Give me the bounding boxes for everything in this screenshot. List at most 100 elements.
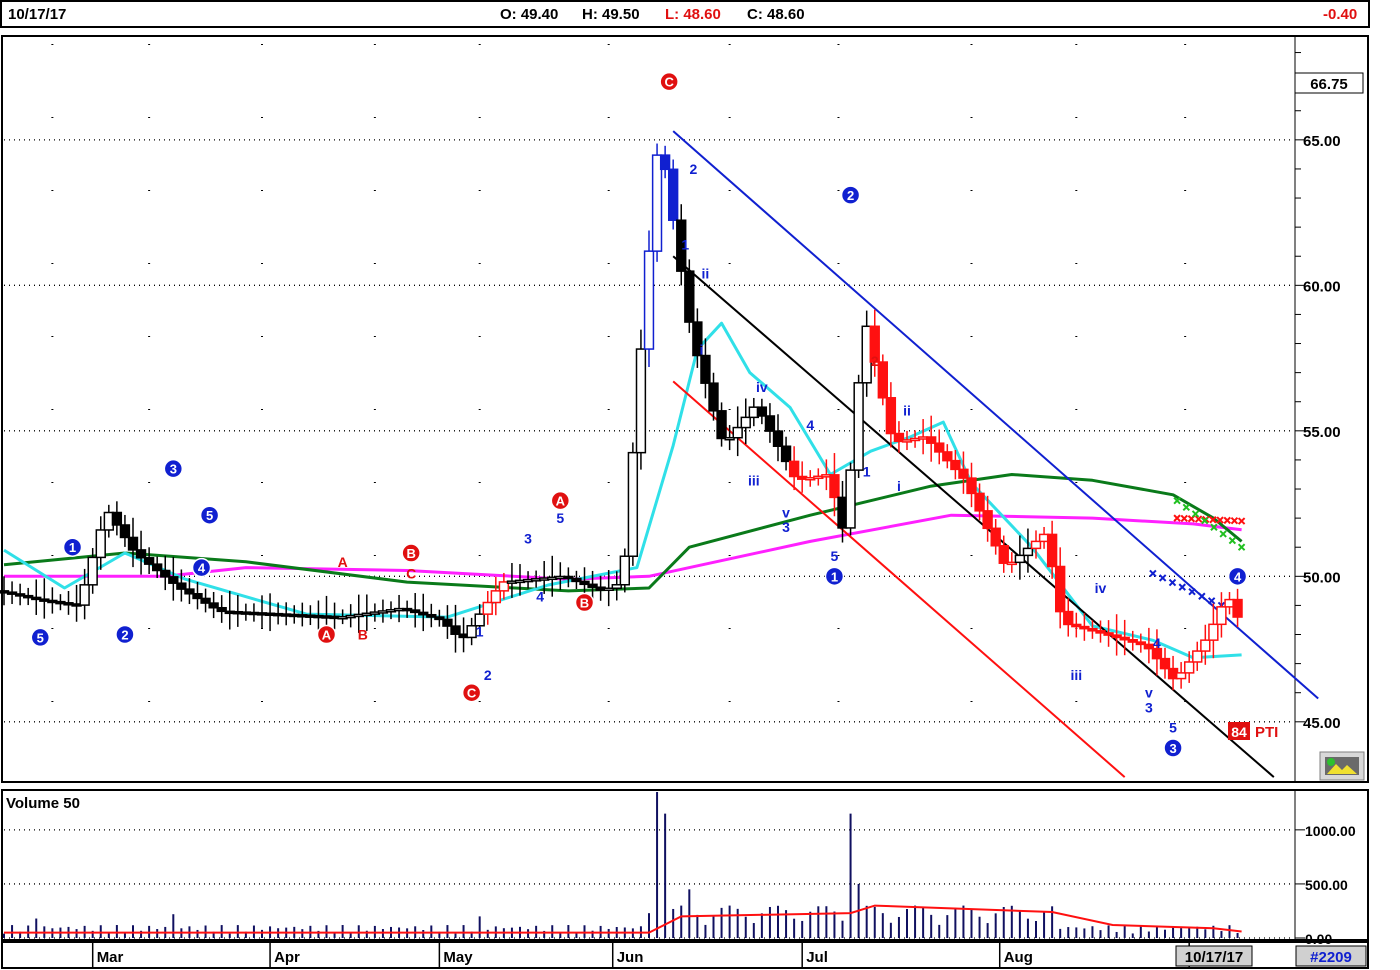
- candle-up: [1192, 650, 1203, 663]
- wave-count-label: 2: [871, 353, 879, 369]
- month-label: Aug: [1004, 949, 1033, 966]
- price-tick-label: 45.00: [1303, 715, 1341, 732]
- wave-count-label: 4: [1234, 569, 1242, 584]
- volume-tick-label: 0.00: [1305, 931, 1332, 947]
- wave-count-label: 1: [863, 464, 871, 480]
- wave-count-label: 2: [847, 188, 854, 203]
- candle-up: [490, 590, 501, 604]
- wave-count-label: i: [699, 341, 703, 357]
- month-label: May: [443, 949, 473, 966]
- month-label: Jun: [617, 949, 644, 966]
- wave-count-label: 1: [831, 569, 838, 584]
- wave-count-label: 4: [198, 561, 206, 576]
- candle-down: [442, 618, 453, 627]
- candle-up: [1200, 639, 1211, 652]
- candle-down: [168, 576, 179, 584]
- candle-down: [668, 168, 679, 221]
- candle-up: [87, 556, 98, 586]
- candle-down: [772, 430, 784, 447]
- wave-count-label: 3: [170, 462, 177, 477]
- pti-value: 84: [1231, 724, 1247, 740]
- wave-count-label: ii: [903, 402, 911, 418]
- candle-down: [659, 154, 671, 171]
- candle-down: [1063, 610, 1074, 626]
- candle-down: [950, 459, 961, 471]
- candle-up: [1184, 661, 1195, 674]
- zoom-icon[interactable]: [1319, 751, 1365, 781]
- wave-count-label: iii: [748, 472, 760, 488]
- stop-marker-green: [1219, 530, 1227, 538]
- wave-count-label: 3: [1145, 699, 1153, 715]
- candle-down: [990, 527, 1001, 547]
- candle-down: [998, 545, 1009, 564]
- candle-down: [1046, 533, 1058, 568]
- wave-count-label: C: [467, 686, 477, 701]
- price-grid: [4, 44, 1294, 774]
- candle-down: [700, 354, 711, 384]
- stop-marker-blue: [1207, 597, 1216, 605]
- wave-count-label: C: [406, 565, 416, 581]
- wave-count-label: A: [556, 494, 566, 509]
- wave-count-label: 5: [37, 630, 44, 645]
- candle-up: [1175, 672, 1187, 680]
- stop-marker-green: [1182, 503, 1191, 512]
- candle-up: [482, 601, 493, 615]
- candle-up: [95, 529, 106, 559]
- month-label: Mar: [97, 949, 124, 966]
- candle-down: [756, 406, 768, 417]
- volume-tick-label: 500.00: [1305, 877, 1348, 893]
- wave-count-label: A: [338, 554, 348, 570]
- pti-label: PTI: [1255, 724, 1278, 741]
- candle-down: [885, 397, 897, 435]
- candle-down: [966, 477, 977, 495]
- candle-up: [732, 426, 743, 439]
- stop-marker-blue: [1168, 578, 1177, 587]
- wave-count-label: i: [897, 478, 901, 494]
- candle-down: [1232, 598, 1243, 618]
- stop-marker-red: [1173, 514, 1181, 522]
- candle-down: [152, 563, 163, 572]
- candle-down: [1055, 565, 1066, 613]
- volume-panel-frame: [1, 789, 1369, 941]
- candle-up: [1208, 623, 1219, 641]
- wave-count-label: 2: [484, 667, 492, 683]
- candle-up: [466, 625, 477, 639]
- stop-marker-blue: [1188, 587, 1196, 596]
- stop-marker-blue: [1198, 592, 1206, 600]
- wave-count-label: 4: [806, 417, 814, 433]
- price-tick-label: 50.00: [1303, 569, 1341, 586]
- candle-down: [1159, 657, 1171, 670]
- stop-marker-green: [1191, 510, 1200, 518]
- chart-id-label: #2209: [1310, 949, 1352, 966]
- candle-down: [708, 382, 719, 412]
- candle-down: [958, 468, 969, 479]
- candle-down: [942, 451, 953, 462]
- wave-count-label: iii: [1070, 667, 1082, 683]
- price-axis-ticks: 65.00 60.00 55.00 50.00 45.00: [1295, 52, 1341, 732]
- volume-axis-ticks: 1000.00 500.00 0.00: [1295, 823, 1356, 947]
- candle-down: [176, 582, 187, 590]
- wave-count-label: A: [322, 628, 332, 643]
- candles: [0, 143, 1243, 691]
- wave-count-label: 5: [556, 510, 564, 526]
- price-panel-frame: [1, 35, 1369, 783]
- candle-down: [111, 511, 123, 526]
- candle-down: [982, 510, 993, 530]
- candle-down: [788, 460, 800, 478]
- wave-count-label: 1: [681, 237, 689, 253]
- candle-down: [926, 436, 937, 444]
- candle-down: [716, 410, 727, 440]
- stop-marker-blue: [1158, 574, 1167, 582]
- stop-marker-green: [1228, 536, 1237, 545]
- wave-count-label: 3: [1169, 741, 1176, 756]
- last-price-label: 66.75: [1310, 76, 1348, 93]
- wave-count-label: ii: [702, 266, 710, 282]
- price-chart[interactable]: 65.0060.0055.0050.0045.00 512354AABBC12C…: [0, 0, 1400, 970]
- candle-down: [127, 536, 139, 551]
- stop-marker-red: [1180, 514, 1188, 523]
- candle-down: [684, 270, 695, 323]
- stop-marker-blue: [1149, 569, 1157, 578]
- candle-up: [1216, 606, 1227, 626]
- candle-down: [780, 445, 792, 463]
- wave-count-label: 4: [1153, 635, 1161, 651]
